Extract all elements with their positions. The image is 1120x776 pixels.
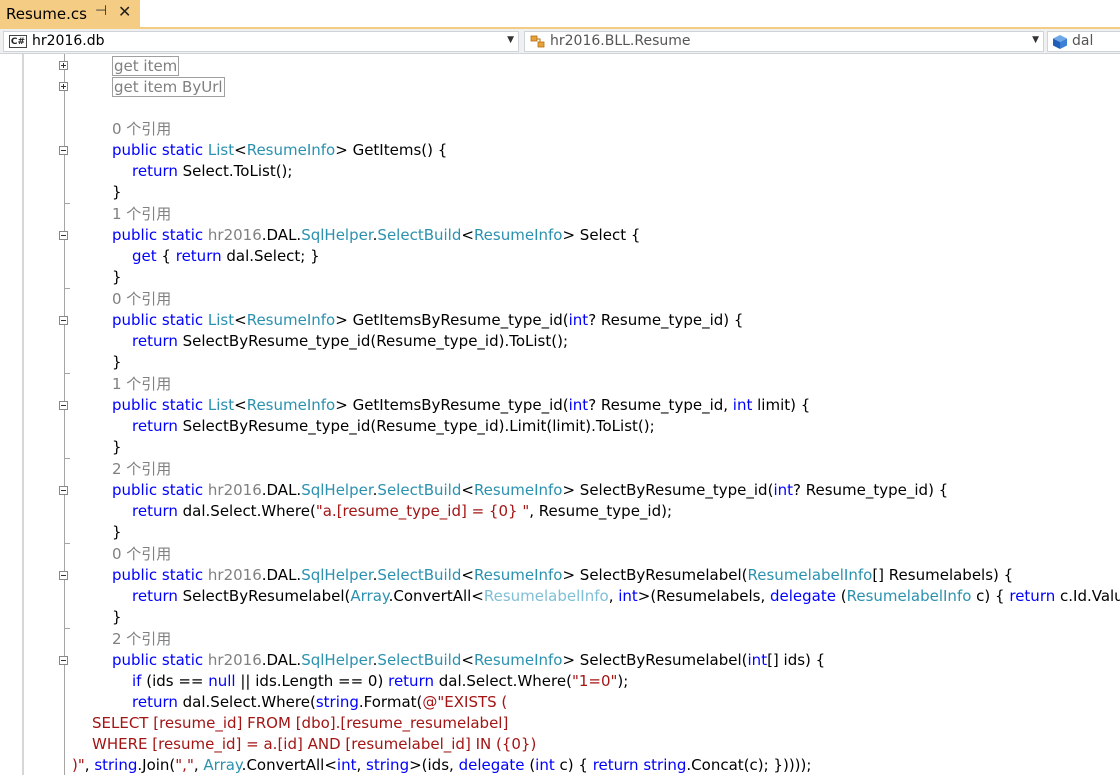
close-icon[interactable]: ✕ [118, 2, 131, 21]
document-tab-strip: Resume.cs ⊣ ✕ [0, 0, 1120, 29]
member-dropdown[interactable]: dal [1047, 31, 1120, 52]
reference-count[interactable]: 1 个引用 [112, 204, 171, 225]
code-line: return SelectByResume_type_id(Resume_typ… [132, 332, 568, 350]
reference-count[interactable]: 2 个引用 [112, 459, 171, 480]
code-line: get { return dal.Select; } [132, 247, 320, 265]
code-line: public static hr2016.DAL.SqlHelper.Selec… [112, 651, 826, 669]
code-line: public static List<ResumeInfo> GetItemsB… [112, 311, 744, 329]
chevron-down-icon: ▼ [1032, 35, 1039, 45]
navigation-bar: C# hr2016.db ▼ hr2016.BLL.Resume ▼ dal [0, 29, 1120, 54]
chevron-down-icon: ▼ [507, 35, 514, 45]
code-line: if (ids == null || ids.Length == 0) retu… [132, 672, 629, 690]
code-line: public static hr2016.DAL.SqlHelper.Selec… [112, 566, 1014, 584]
code-line: } [112, 353, 122, 371]
collapsed-region[interactable]: get item [112, 56, 180, 76]
code-line: public static List<ResumeInfo> GetItemsB… [112, 396, 811, 414]
code-line: } [112, 183, 122, 201]
collapsed-region[interactable]: get item ByUrl [112, 77, 225, 97]
code-line: return dal.Select.Where(string.Format(@"… [132, 693, 508, 711]
outline-tick [64, 458, 70, 459]
code-line: WHERE [resume_id] = a.[id] AND [resumela… [92, 735, 537, 753]
collapse-icon[interactable] [59, 571, 68, 580]
code-line: )", string.Join(",", Array.ConvertAll<in… [72, 756, 812, 774]
outline-tick [64, 373, 70, 374]
code-editor[interactable]: get item get item ByUrl 0 个引用 public sta… [0, 54, 1120, 775]
code-line: return Select.ToList(); [132, 162, 293, 180]
code-line: } [112, 438, 122, 456]
tab-title: Resume.cs [6, 5, 87, 23]
collapse-icon[interactable] [59, 401, 68, 410]
field-icon [1053, 35, 1067, 49]
outline-tick [64, 628, 70, 629]
csharp-file-icon: C# [9, 35, 27, 48]
reference-count[interactable]: 0 个引用 [112, 119, 171, 140]
expand-icon[interactable] [59, 61, 68, 70]
reference-count[interactable]: 1 个引用 [112, 374, 171, 395]
outline-guide [64, 54, 65, 775]
project-dropdown[interactable]: C# hr2016.db ▼ [3, 31, 519, 52]
outline-tick [64, 288, 70, 289]
code-line: return SelectByResumelabel(Array.Convert… [132, 587, 1120, 605]
code-line: } [112, 608, 122, 626]
outline-tick [64, 543, 70, 544]
reference-count[interactable]: 0 个引用 [112, 544, 171, 565]
collapse-icon[interactable] [59, 146, 68, 155]
expand-icon[interactable] [59, 82, 68, 91]
outline-tick [64, 203, 70, 204]
type-label: hr2016.BLL.Resume [550, 33, 691, 49]
code-line: return dal.Select.Where("a.[resume_type_… [132, 502, 673, 520]
code-line: } [112, 268, 122, 286]
member-label: dal [1072, 33, 1094, 49]
collapse-icon[interactable] [59, 656, 68, 665]
code-line: public static List<ResumeInfo> GetItems(… [112, 141, 448, 159]
class-icon [530, 35, 545, 48]
collapse-icon[interactable] [59, 486, 68, 495]
type-dropdown[interactable]: hr2016.BLL.Resume ▼ [524, 31, 1044, 52]
collapse-icon[interactable] [59, 316, 68, 325]
change-margin [22, 54, 24, 775]
reference-count[interactable]: 0 个引用 [112, 289, 171, 310]
collapse-icon[interactable] [59, 231, 68, 240]
code-line: public static hr2016.DAL.SqlHelper.Selec… [112, 226, 641, 244]
code-line: SELECT [resume_id] FROM [dbo].[resume_re… [92, 714, 509, 732]
code-line: public static hr2016.DAL.SqlHelper.Selec… [112, 481, 949, 499]
tab-resume-cs[interactable]: Resume.cs ⊣ ✕ [0, 0, 140, 29]
code-line: return SelectByResume_type_id(Resume_typ… [132, 417, 655, 435]
project-label: hr2016.db [32, 33, 105, 49]
reference-count[interactable]: 2 个引用 [112, 629, 171, 650]
pin-icon[interactable]: ⊣ [95, 3, 107, 19]
code-line: } [112, 523, 122, 541]
